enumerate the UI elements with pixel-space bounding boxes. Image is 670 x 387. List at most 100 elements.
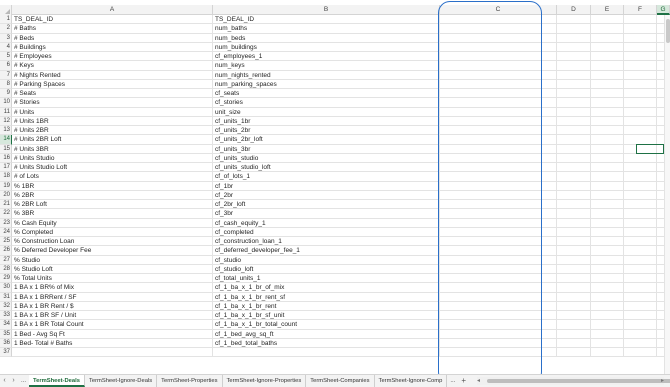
cell-c[interactable] <box>440 107 557 117</box>
cell-f[interactable] <box>624 227 657 237</box>
column-header-a[interactable]: A <box>12 5 213 15</box>
row-header[interactable]: 12 <box>0 116 12 126</box>
cell-b[interactable]: cf_1_ba_x_1_br_rent <box>213 301 440 311</box>
cell-e[interactable] <box>591 172 624 182</box>
cell-f[interactable] <box>624 283 657 293</box>
cell-f[interactable] <box>624 52 657 62</box>
cell-c[interactable] <box>440 209 557 219</box>
cell-e[interactable] <box>591 126 624 136</box>
cell-c[interactable] <box>440 338 557 348</box>
cell-f[interactable] <box>624 153 657 163</box>
cell-d[interactable] <box>557 42 591 52</box>
cell-f[interactable] <box>624 181 657 191</box>
cell-d[interactable] <box>557 283 591 293</box>
cell-c[interactable] <box>440 246 557 256</box>
cell-f[interactable] <box>624 311 657 321</box>
cell-f[interactable] <box>624 301 657 311</box>
horizontal-scrollbar[interactable]: ◂ ▸ <box>477 377 670 385</box>
column-header-d[interactable]: D <box>557 5 591 15</box>
cell-b[interactable] <box>213 348 440 358</box>
cell-a[interactable]: # Seats <box>12 89 213 99</box>
row-header[interactable]: 21 <box>0 200 12 210</box>
cell-d[interactable] <box>557 292 591 302</box>
cell-a[interactable]: # Keys <box>12 61 213 71</box>
cell-a[interactable]: % 3BR <box>12 209 213 219</box>
cell-b[interactable]: TS_DEAL_ID <box>213 15 440 25</box>
row-header[interactable]: 6 <box>0 61 12 71</box>
cell-d[interactable] <box>557 153 591 163</box>
cell-e[interactable] <box>591 348 624 358</box>
row-header[interactable]: 11 <box>0 107 12 117</box>
cell-c[interactable] <box>440 153 557 163</box>
row-header[interactable]: 9 <box>0 89 12 99</box>
cell-d[interactable] <box>557 200 591 210</box>
cell-a[interactable]: % Total Units <box>12 274 213 284</box>
cell-c[interactable] <box>440 89 557 99</box>
column-header-b[interactable]: B <box>213 5 440 15</box>
row-header[interactable]: 26 <box>0 246 12 256</box>
cell-f[interactable] <box>624 348 657 358</box>
cell-c[interactable] <box>440 301 557 311</box>
cell-e[interactable] <box>591 116 624 126</box>
cell-a[interactable]: % 1BR <box>12 181 213 191</box>
cell-d[interactable] <box>557 116 591 126</box>
cell-e[interactable] <box>591 107 624 117</box>
cell-c[interactable] <box>440 98 557 108</box>
cell-e[interactable] <box>591 246 624 256</box>
cell-f[interactable] <box>624 107 657 117</box>
cell-f[interactable] <box>624 126 657 136</box>
cell-d[interactable] <box>557 338 591 348</box>
cell-a[interactable]: # Baths <box>12 24 213 34</box>
cell-e[interactable] <box>591 329 624 339</box>
cell-b[interactable]: cf_1_ba_x_1_br_total_count <box>213 320 440 330</box>
cell-b[interactable]: num_keys <box>213 61 440 71</box>
cell-b[interactable]: cf_units_studio_loft <box>213 163 440 173</box>
cell-b[interactable]: cf_completed <box>213 227 440 237</box>
cell-c[interactable] <box>440 181 557 191</box>
cell-e[interactable] <box>591 181 624 191</box>
cell-b[interactable]: num_buildings <box>213 42 440 52</box>
cell-a[interactable]: % Studio Loft <box>12 264 213 274</box>
row-header[interactable]: 8 <box>0 79 12 89</box>
cell-b[interactable]: cf_studio_loft <box>213 264 440 274</box>
cell-e[interactable] <box>591 320 624 330</box>
row-header[interactable]: 10 <box>0 98 12 108</box>
cell-b[interactable]: cf_units_2br_loft <box>213 135 440 145</box>
cell-d[interactable] <box>557 246 591 256</box>
cell-a[interactable]: # Nights Rented <box>12 70 213 80</box>
row-header[interactable]: 32 <box>0 301 12 311</box>
cell-e[interactable] <box>591 218 624 228</box>
cell-f[interactable] <box>624 274 657 284</box>
cell-a[interactable]: 1 BA x 1 BR Rent / $ <box>12 301 213 311</box>
cell-a[interactable]: # Stories <box>12 98 213 108</box>
row-header[interactable]: 3 <box>0 33 12 43</box>
cell-b[interactable]: cf_1br <box>213 181 440 191</box>
cell-e[interactable] <box>591 209 624 219</box>
row-header[interactable]: 34 <box>0 320 12 330</box>
cell-e[interactable] <box>591 200 624 210</box>
cell-e[interactable] <box>591 33 624 43</box>
row-header[interactable]: 33 <box>0 311 12 321</box>
cell-d[interactable] <box>557 107 591 117</box>
cell-c[interactable] <box>440 329 557 339</box>
cell-e[interactable] <box>591 264 624 274</box>
cell-f[interactable] <box>624 320 657 330</box>
scroll-left-arrow-icon[interactable]: ◂ <box>477 377 480 385</box>
cell-d[interactable] <box>557 348 591 358</box>
row-header[interactable]: 5 <box>0 52 12 62</box>
cell-d[interactable] <box>557 218 591 228</box>
cell-a[interactable]: # Parking Spaces <box>12 79 213 89</box>
cell-b[interactable]: cf_1_ba_x_1_br_sf_unit <box>213 311 440 321</box>
vertical-scrollbar[interactable] <box>664 15 670 374</box>
cell-d[interactable] <box>557 237 591 247</box>
cell-a[interactable]: % 2BR <box>12 190 213 200</box>
row-header[interactable]: 1 <box>0 15 12 25</box>
cell-b[interactable]: cf_of_lots_1 <box>213 172 440 182</box>
row-header[interactable]: 15 <box>0 144 12 154</box>
cell-f[interactable] <box>624 42 657 52</box>
row-header[interactable]: 16 <box>0 153 12 163</box>
cell-a[interactable]: # Units 2BR <box>12 126 213 136</box>
cell-d[interactable] <box>557 163 591 173</box>
cell-d[interactable] <box>557 126 591 136</box>
cell-e[interactable] <box>591 79 624 89</box>
